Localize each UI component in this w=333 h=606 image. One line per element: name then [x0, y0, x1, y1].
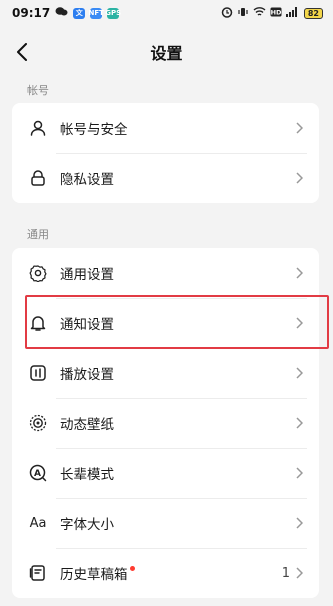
signal-icon — [285, 6, 300, 20]
chevron-left-icon — [17, 43, 27, 61]
account-card: 帐号与安全 隐私设置 — [12, 103, 319, 203]
gear-icon — [28, 263, 48, 283]
settings-item-notifications[interactable]: 通知设置 — [12, 298, 319, 348]
settings-item-label: 帐号与安全 — [60, 122, 128, 138]
play-settings-icon — [28, 363, 48, 383]
alarm-icon — [221, 6, 233, 21]
settings-item-account-security[interactable]: 帐号与安全 — [12, 103, 319, 153]
status-bar: 09:17 文 NFT GPS HD 82 — [0, 0, 333, 26]
status-time: 09:17 — [12, 6, 51, 20]
dynamic-wallpaper-icon — [28, 413, 48, 433]
chevron-right-icon — [296, 267, 303, 279]
elder-mode-icon: A — [28, 463, 48, 483]
vibrate-icon — [237, 6, 249, 21]
settings-item-label: 长辈模式 — [60, 467, 114, 483]
section-label-general: 通用 — [27, 228, 49, 241]
chevron-right-icon — [296, 417, 303, 429]
settings-item-font-size[interactable]: Aa 字体大小 — [12, 498, 319, 548]
header: 设置 — [0, 30, 333, 74]
back-button[interactable] — [8, 38, 36, 66]
settings-item-label: 隐私设置 — [60, 172, 114, 188]
drafts-count: 1 — [281, 565, 290, 581]
drafts-icon — [28, 563, 48, 583]
wifi-icon — [253, 6, 266, 20]
lock-icon — [28, 168, 48, 188]
section-label-account: 帐号 — [27, 84, 49, 97]
browser-icon-blue: 文 — [73, 7, 86, 19]
settings-item-dynamic-wallpaper[interactable]: 动态壁纸 — [12, 398, 319, 448]
app-icon-teal: GPS — [105, 7, 122, 19]
settings-item-playback[interactable]: 播放设置 — [12, 348, 319, 398]
notification-dot — [129, 565, 135, 571]
bell-icon — [28, 313, 48, 333]
settings-item-drafts[interactable]: 历史草稿箱 1 — [12, 548, 319, 598]
svg-text:HD: HD — [270, 8, 281, 16]
chevron-right-icon — [296, 317, 303, 329]
settings-item-label: 通用设置 — [60, 267, 114, 283]
page-title: 设置 — [150, 44, 183, 63]
hd-icon: HD — [270, 7, 282, 20]
font-size-icon: Aa — [29, 515, 47, 531]
user-icon — [28, 118, 48, 138]
chevron-right-icon — [296, 367, 303, 379]
settings-item-label: 动态壁纸 — [60, 417, 114, 433]
chevron-right-icon — [296, 467, 303, 479]
chevron-right-icon — [296, 567, 303, 579]
settings-item-general[interactable]: 通用设置 — [12, 248, 319, 298]
settings-item-label: 字体大小 — [60, 517, 114, 533]
general-card: 通用设置 通知设置 播放设置 动态壁纸 A 长辈模式 Aa 字体大小 历史草稿箱… — [12, 248, 319, 598]
app-icon-blue: NFT — [88, 7, 104, 19]
settings-item-privacy[interactable]: 隐私设置 — [12, 153, 319, 203]
settings-item-elder-mode[interactable]: A 长辈模式 — [12, 448, 319, 498]
chevron-right-icon — [296, 122, 303, 134]
settings-item-label: 播放设置 — [60, 367, 114, 383]
svg-text:A: A — [34, 469, 41, 479]
chevron-right-icon — [296, 172, 303, 184]
settings-item-label: 历史草稿箱 — [60, 567, 128, 583]
chevron-right-icon — [296, 517, 303, 529]
wechat-icon — [55, 6, 68, 20]
settings-item-label: 通知设置 — [60, 317, 114, 333]
battery-icon: 82 — [303, 7, 323, 19]
